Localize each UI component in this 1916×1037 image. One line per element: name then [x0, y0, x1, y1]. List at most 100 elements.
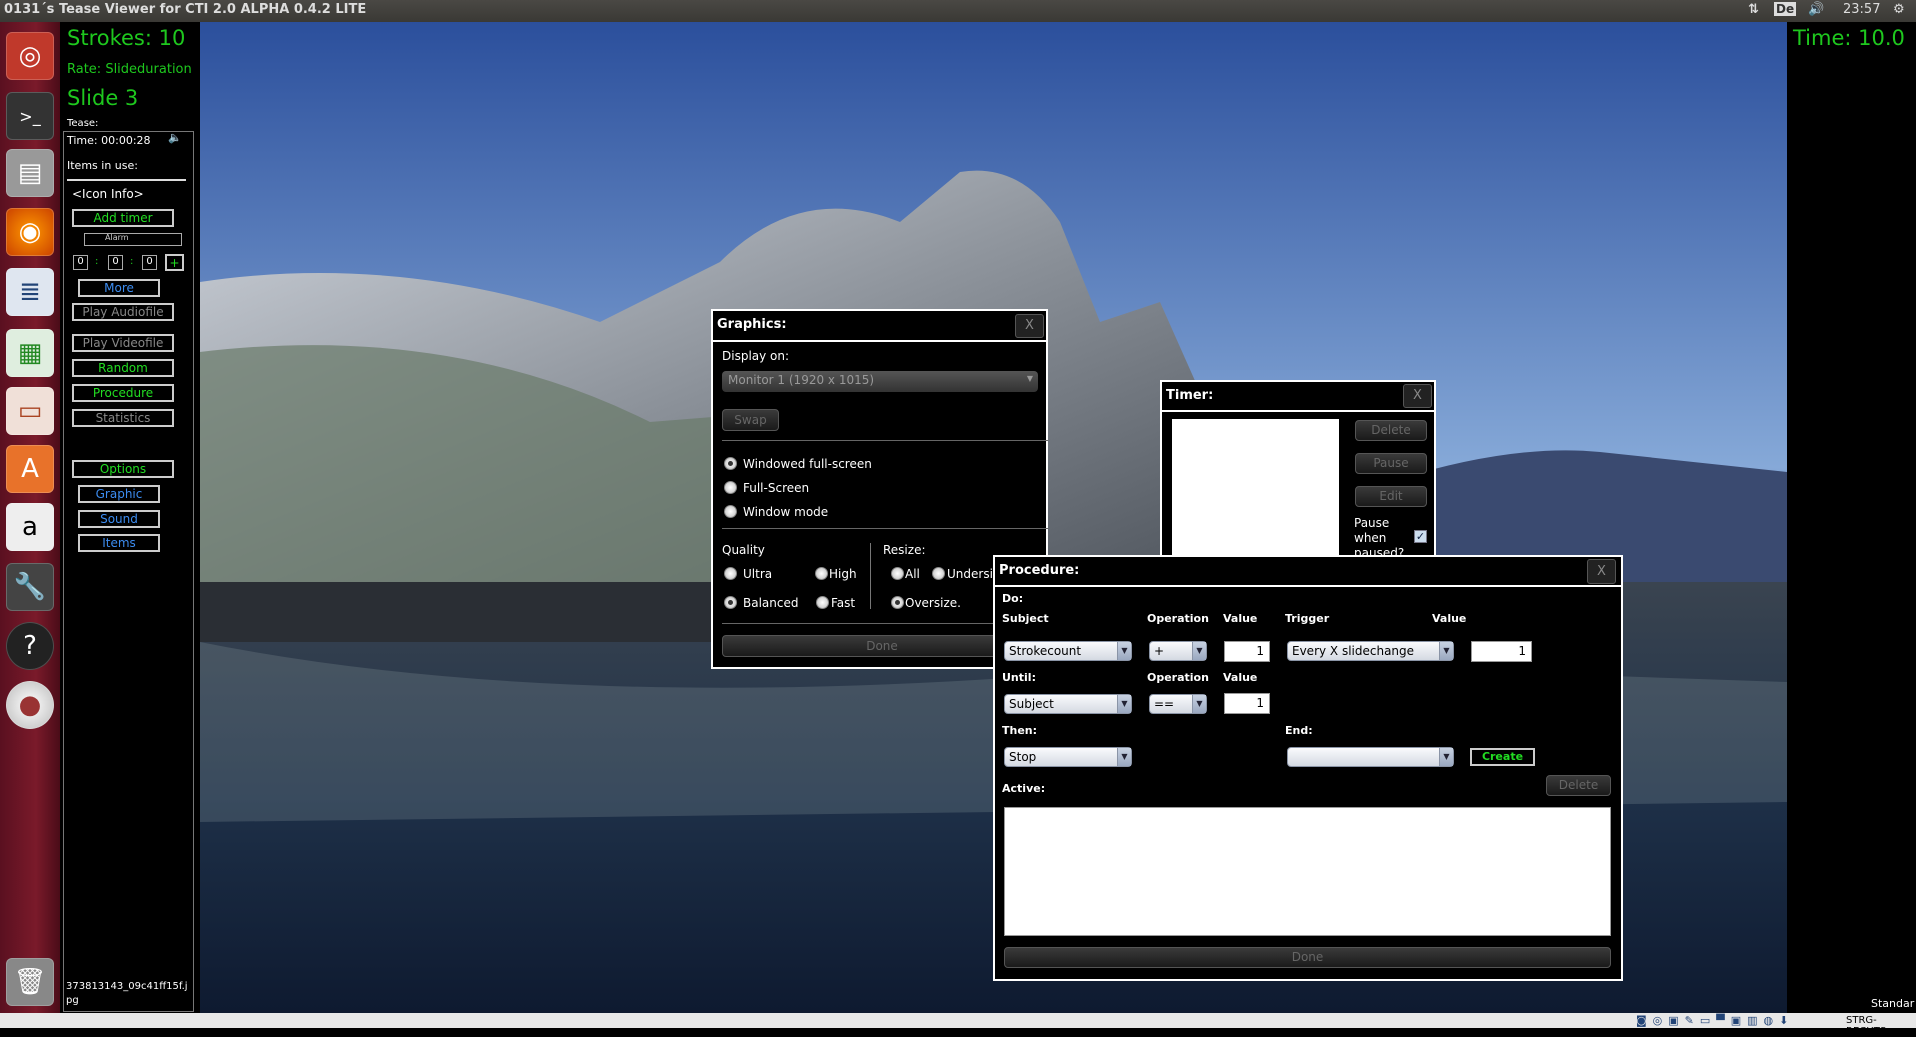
- system-settings-icon[interactable]: 🔧: [6, 563, 54, 611]
- file-manager-icon[interactable]: ▤: [6, 149, 54, 197]
- until-operation-select[interactable]: == ▼: [1149, 694, 1207, 714]
- time-separator: :: [130, 256, 134, 267]
- window-mode-radio[interactable]: [724, 505, 737, 518]
- host-key-label: STRG-RECHTS: [1846, 1015, 1887, 1037]
- end-select[interactable]: ▼: [1287, 747, 1454, 767]
- volume-icon[interactable]: 🔊: [1808, 2, 1824, 17]
- slide-timer: Time: 10.0: [1793, 26, 1905, 50]
- options-button[interactable]: Options: [72, 460, 174, 478]
- graphics-close-button[interactable]: X: [1015, 314, 1044, 338]
- timer-dialog: Timer: X Delete Pause Edit Pause when pa…: [1160, 380, 1436, 580]
- slide-label: Slide 3: [67, 86, 139, 110]
- image-filename: 373813143_09c41ff15f.jpg: [66, 981, 188, 1006]
- until-value-header: Value: [1223, 671, 1258, 684]
- trigger-header: Trigger: [1285, 612, 1330, 625]
- random-button[interactable]: Random: [72, 359, 174, 377]
- sound-button[interactable]: Sound: [78, 510, 160, 528]
- writer-icon[interactable]: ≣: [6, 268, 54, 316]
- windowed-fullscreen-radio[interactable]: [724, 457, 737, 470]
- divider: [870, 543, 871, 609]
- time-separator: :: [95, 256, 99, 267]
- chevron-down-icon: ▼: [1117, 748, 1131, 766]
- timer-edit-button[interactable]: Edit: [1355, 486, 1427, 507]
- procedure-done-button[interactable]: Done: [1004, 947, 1611, 968]
- statistics-button[interactable]: Statistics: [72, 409, 174, 427]
- subject-header: Subject: [1002, 612, 1049, 625]
- more-button[interactable]: More: [78, 279, 160, 297]
- divider: [722, 528, 1048, 529]
- until-label: Until:: [1002, 671, 1036, 684]
- resize-all-radio[interactable]: [891, 567, 904, 580]
- chevron-down-icon: ▼: [1117, 695, 1131, 713]
- fullscreen-radio[interactable]: [724, 481, 737, 494]
- subject-value: Strokecount: [1009, 644, 1082, 658]
- tease-viewer-icon[interactable]: ?: [6, 622, 54, 670]
- calc-icon[interactable]: ▦: [6, 329, 54, 377]
- divider: [67, 179, 186, 181]
- until-subject-value: Subject: [1009, 697, 1054, 711]
- add-timer-button[interactable]: Add timer: [72, 209, 174, 227]
- tease-time: Time: 00:00:28: [67, 134, 151, 147]
- timer-close-button[interactable]: X: [1403, 384, 1432, 408]
- add-alarm-button[interactable]: +: [165, 254, 184, 271]
- dvd-icon[interactable]: ●: [6, 681, 54, 729]
- resize-oversize-label: Oversize.: [905, 596, 961, 610]
- clock[interactable]: 23:57: [1843, 2, 1880, 17]
- ubuntu-dash-icon[interactable]: ◎: [6, 32, 54, 80]
- operation-select[interactable]: + ▼: [1149, 641, 1207, 661]
- procedure-delete-button[interactable]: Delete: [1546, 775, 1611, 796]
- firefox-icon[interactable]: ◉: [6, 208, 54, 256]
- resize-label: Resize:: [883, 543, 926, 557]
- items-button[interactable]: Items: [78, 534, 160, 552]
- hours-input[interactable]: 0: [73, 255, 88, 270]
- active-procedures-list[interactable]: [1004, 807, 1611, 936]
- software-center-icon[interactable]: A: [6, 445, 54, 493]
- terminal-icon[interactable]: >_: [6, 92, 54, 140]
- trigger-select[interactable]: Every X slidechange ▼: [1287, 641, 1454, 661]
- then-label: Then:: [1002, 724, 1038, 737]
- then-select[interactable]: Stop ▼: [1004, 747, 1132, 767]
- minutes-input[interactable]: 0: [108, 255, 123, 270]
- quality-fast-radio[interactable]: [816, 596, 829, 609]
- timer-delete-button[interactable]: Delete: [1355, 420, 1427, 441]
- keyboard-layout-icon[interactable]: De: [1774, 2, 1797, 16]
- quality-balanced-radio[interactable]: [724, 596, 737, 609]
- speaker-icon[interactable]: 🔈: [168, 131, 182, 144]
- value-input[interactable]: 1: [1224, 641, 1270, 662]
- until-subject-select[interactable]: Subject ▼: [1004, 694, 1132, 714]
- trigger-value-input[interactable]: 1: [1471, 641, 1532, 662]
- monitor-value: Monitor 1 (1920 x 1015): [728, 373, 875, 387]
- vm-device-icons[interactable]: ◙◎▣✎▭▀▣▥◍⬇: [1636, 1014, 1794, 1027]
- graphic-button[interactable]: Graphic: [78, 485, 160, 503]
- subject-select[interactable]: Strokecount ▼: [1004, 641, 1132, 661]
- resize-all-label: All: [905, 567, 920, 581]
- seconds-input[interactable]: 0: [142, 255, 157, 270]
- network-arrows-icon[interactable]: ⇅: [1748, 2, 1759, 17]
- impress-icon[interactable]: ▭: [6, 387, 54, 435]
- monitor-select[interactable]: Monitor 1 (1920 x 1015) ▼: [722, 371, 1038, 392]
- timer-pause-button[interactable]: Pause: [1355, 453, 1427, 474]
- play-videofile-button[interactable]: Play Videofile: [72, 334, 174, 352]
- chevron-down-icon: ▼: [1117, 642, 1131, 660]
- amazon-icon[interactable]: a: [6, 503, 54, 551]
- swap-button[interactable]: Swap: [722, 409, 779, 431]
- trash-icon[interactable]: 🗑: [6, 958, 54, 1006]
- create-button[interactable]: Create: [1470, 748, 1535, 766]
- procedure-button[interactable]: Procedure: [72, 384, 174, 402]
- pause-when-paused-checkbox[interactable]: ✓: [1414, 530, 1427, 543]
- display-on-label: Display on:: [722, 349, 790, 363]
- until-value-input[interactable]: 1: [1224, 693, 1270, 714]
- resize-oversize-radio[interactable]: [891, 596, 904, 609]
- play-audiofile-button[interactable]: Play Audiofile: [72, 303, 174, 321]
- do-label: Do:: [1002, 592, 1024, 605]
- trigger-value-header: Value: [1432, 612, 1467, 625]
- power-gear-icon[interactable]: ⚙: [1893, 2, 1905, 17]
- trigger-value: Every X slidechange: [1292, 644, 1415, 658]
- icon-info: <Icon Info>: [72, 187, 144, 201]
- resize-undersize-radio[interactable]: [932, 567, 945, 580]
- quality-ultra-radio[interactable]: [724, 567, 737, 580]
- quality-high-label: High: [829, 567, 857, 581]
- procedure-close-button[interactable]: X: [1587, 559, 1616, 584]
- alarm-name-input[interactable]: Alarm: [84, 233, 182, 246]
- quality-high-radio[interactable]: [815, 567, 828, 580]
